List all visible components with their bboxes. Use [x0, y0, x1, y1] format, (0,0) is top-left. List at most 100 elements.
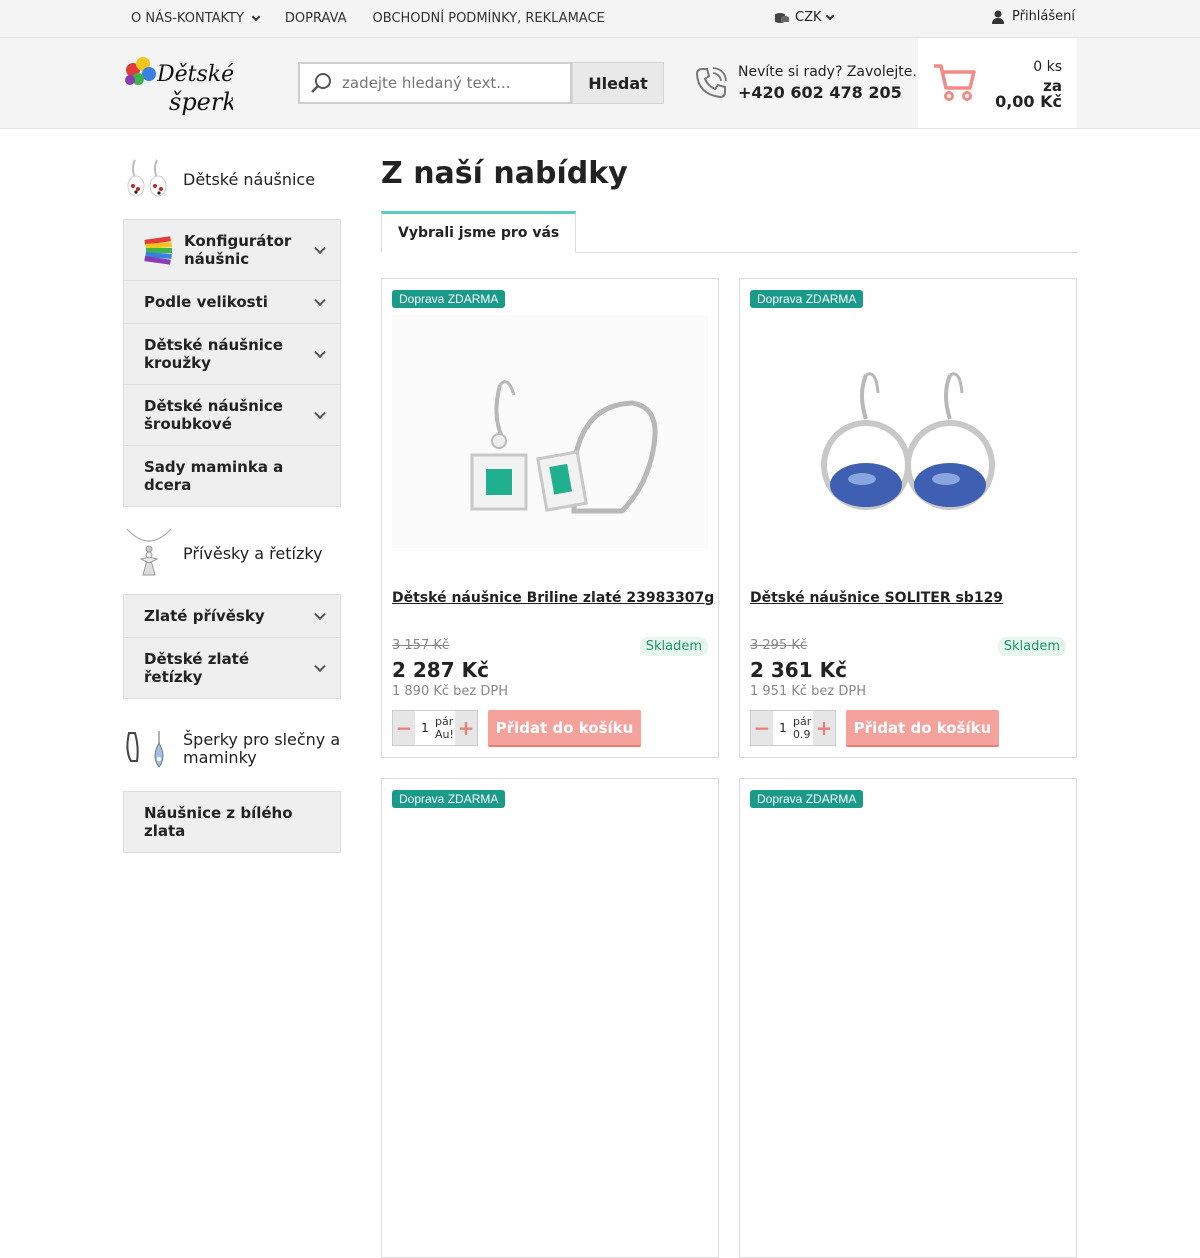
- minus-icon[interactable]: −: [393, 711, 415, 745]
- phone-question: Nevíte si rady? Zavolejte.: [738, 64, 917, 80]
- plus-icon[interactable]: +: [455, 711, 477, 745]
- quantity-unit: pár 0.9: [793, 715, 812, 741]
- sidebar-category-women[interactable]: Šperky pro slečny a maminky: [123, 719, 341, 779]
- svg-text:Dětské: Dětské: [156, 62, 233, 87]
- sidebar-item-white-gold[interactable]: Náušnice z bílého zlata: [124, 792, 340, 852]
- topnav-about-label: O NÁS-KONTAKTY: [131, 11, 244, 26]
- search-form: Hledat: [298, 62, 664, 104]
- sidebar-item-label: Dětské náušnice kroužky: [144, 336, 283, 372]
- coins-icon: [775, 12, 789, 23]
- product-name-link[interactable]: Dětské náušnice SOLITER sb129: [750, 590, 1003, 606]
- sidebar-item-gold-chains[interactable]: Dětské zlaté řetízky: [124, 638, 340, 698]
- topnav-item-shipping[interactable]: DOPRAVA: [285, 11, 347, 26]
- sidebar-item-label: Sady maminka a dcera: [144, 458, 284, 494]
- chevron-down-icon: [825, 11, 834, 20]
- logo-image: Dětské šperky: [125, 57, 251, 116]
- minus-icon[interactable]: −: [751, 711, 773, 745]
- product-card: Doprava ZDARMA Dětské náušnice Briline z…: [381, 278, 719, 758]
- tab-bar: Vybrali jsme pro vás: [381, 211, 1077, 253]
- quantity-input[interactable]: 1: [415, 711, 435, 745]
- free-shipping-badge: Doprava ZDARMA: [392, 790, 506, 808]
- topnav-item-terms[interactable]: OBCHODNÍ PODMÍNKY, REKLAMACE: [373, 11, 605, 26]
- plus-icon[interactable]: +: [813, 711, 835, 745]
- search-input[interactable]: [342, 74, 562, 92]
- sidebar-category-earrings[interactable]: Dětské náušnice: [123, 150, 341, 208]
- currency-label: CZK: [795, 10, 822, 25]
- product-card: Doprava ZDARMA: [381, 778, 719, 1258]
- sidebar-item-label: Dětské náušnice šroubkové: [144, 397, 283, 433]
- top-nav: O NÁS-KONTAKTY DOPRAVA OBCHODNÍ PODMÍNKY…: [131, 0, 631, 37]
- sidebar-menu-women: Náušnice z bílého zlata: [123, 791, 341, 853]
- currency-selector[interactable]: CZK: [775, 10, 834, 25]
- product-image[interactable]: [392, 315, 708, 551]
- user-icon: [992, 10, 1004, 24]
- women-jewelry-category-icon: [123, 723, 175, 775]
- product-card: Doprava ZDARMA: [739, 778, 1077, 1258]
- product-image[interactable]: [750, 315, 1066, 551]
- sidebar-item-label: Dětské zlaté řetízky: [144, 650, 250, 686]
- login-label: Přihlášení: [1012, 9, 1076, 24]
- price-without-vat: 1 951 Kč bez DPH: [750, 684, 866, 699]
- add-to-cart-button[interactable]: Přidat do košíku: [488, 710, 641, 747]
- sidebar-item-hoops[interactable]: Dětské náušnice kroužky: [124, 324, 340, 385]
- svg-text:šperky: šperky: [169, 88, 233, 116]
- phone-number[interactable]: +420 602 478 205: [738, 83, 917, 102]
- search-box: [298, 62, 572, 104]
- old-price: 3 157 Kč: [392, 638, 450, 653]
- chevron-down-icon[interactable]: [314, 242, 326, 255]
- sidebar-category-pendants[interactable]: Přívěsky a řetízky: [123, 524, 341, 582]
- sidebar-item-by-size[interactable]: Podle velikosti: [124, 281, 340, 324]
- sidebar-item-screw[interactable]: Dětské náušnice šroubkové: [124, 385, 340, 446]
- top-bar: O NÁS-KONTAKTY DOPRAVA OBCHODNÍ PODMÍNKY…: [0, 0, 1200, 38]
- topnav-terms-label: OBCHODNÍ PODMÍNKY, REKLAMACE: [372, 11, 605, 26]
- sidebar-item-label: Podle velikosti: [144, 293, 268, 311]
- price: 2 361 Kč: [750, 658, 847, 682]
- sidebar-item-label: Náušnice z bílého zlata: [144, 804, 293, 840]
- cart-icon: [934, 64, 976, 101]
- chevron-down-icon[interactable]: [314, 346, 326, 359]
- quantity-stepper: − 1 pár 0.9 +: [750, 710, 836, 746]
- topnav-item-about[interactable]: O NÁS-KONTAKTY: [131, 11, 261, 26]
- free-shipping-badge: Doprava ZDARMA: [750, 290, 864, 308]
- cart-total: 0,00 Kč: [995, 92, 1062, 111]
- sidebar-menu-pendants: Zlaté přívěsky Dětské zlaté řetízky: [123, 594, 341, 699]
- page-title: Z naší nabídky: [381, 156, 628, 191]
- sidebar-item-configurator[interactable]: Konfigurátor náušnic: [124, 220, 340, 281]
- chevron-down-icon[interactable]: [314, 608, 326, 621]
- chevron-down-icon[interactable]: [314, 294, 326, 307]
- price: 2 287 Kč: [392, 658, 489, 682]
- price-without-vat: 1 890 Kč bez DPH: [392, 684, 508, 699]
- product-name-link[interactable]: Dětské náušnice Briline zlaté 23983307g: [392, 590, 714, 606]
- cart-summary[interactable]: 0 ks za 0,00 Kč: [918, 38, 1077, 128]
- old-price: 3 295 Kč: [750, 638, 808, 653]
- topnav-shipping-label: DOPRAVA: [284, 11, 347, 26]
- login-link[interactable]: Přihlášení: [992, 9, 1075, 24]
- add-to-cart-button[interactable]: Přidat do košíku: [846, 710, 999, 747]
- chevron-down-icon[interactable]: [314, 407, 326, 420]
- search-button[interactable]: Hledat: [572, 62, 664, 104]
- sidebar-item-label: Zlaté přívěsky: [144, 607, 265, 625]
- logo[interactable]: Dětské šperky: [123, 52, 251, 116]
- header: Dětské šperky Hledat Nevíte si rady? Zav…: [0, 38, 1200, 129]
- main-content: Z naší nabídky Vybrali jsme pro vás Dopr…: [381, 150, 1077, 1258]
- sidebar-item-gold-pendants[interactable]: Zlaté přívěsky: [124, 595, 340, 638]
- phone-contact: Nevíte si rady? Zavolejte. +420 602 478 …: [694, 64, 917, 102]
- tab-recommended[interactable]: Vybrali jsme pro vás: [381, 211, 577, 253]
- sidebar-category-label: Dětské náušnice: [183, 169, 316, 189]
- stock-badge: Skladem: [997, 637, 1066, 656]
- quantity-input[interactable]: 1: [773, 711, 793, 745]
- quantity-stepper: − 1 pár Au! +: [392, 710, 478, 746]
- stock-badge: Skladem: [639, 637, 708, 656]
- sidebar-item-sets[interactable]: Sady maminka a dcera: [124, 446, 340, 506]
- quantity-unit: pár Au!: [435, 715, 454, 741]
- earrings-category-icon: [123, 153, 175, 205]
- free-shipping-badge: Doprava ZDARMA: [750, 790, 864, 808]
- sidebar-category-label: Šperky pro slečny a maminky: [183, 730, 341, 767]
- free-shipping-badge: Doprava ZDARMA: [392, 290, 506, 308]
- phone-icon: [695, 67, 727, 99]
- chevron-down-icon[interactable]: [314, 660, 326, 673]
- color-palette-icon: [144, 236, 172, 265]
- cart-quantity: 0 ks: [1033, 59, 1062, 75]
- sidebar-menu-earrings: Konfigurátor náušnic Podle velikosti Dět…: [123, 219, 341, 507]
- chevron-down-icon: [251, 12, 261, 21]
